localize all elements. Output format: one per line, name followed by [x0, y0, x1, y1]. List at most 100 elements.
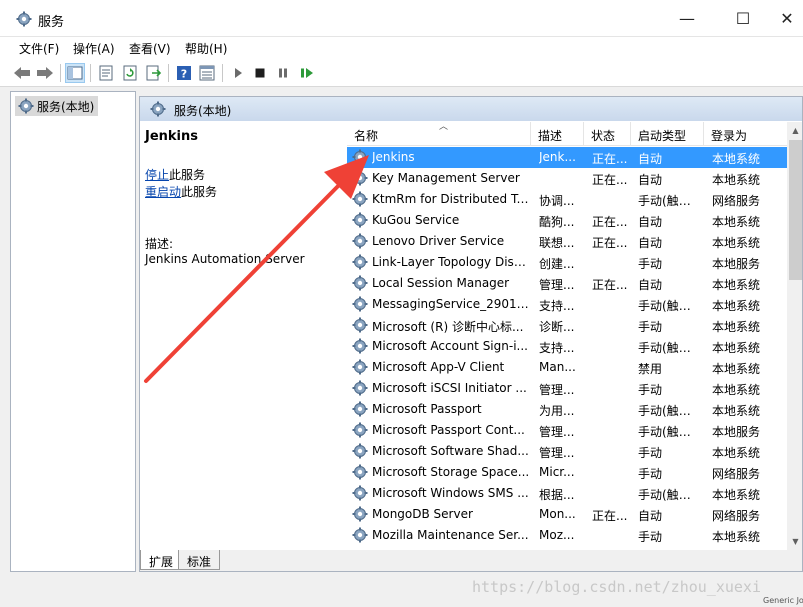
tree-item-services-local[interactable]: 服务(本地) — [15, 96, 99, 116]
service-log-on-as: 本地系统 — [712, 320, 761, 334]
restart-icon[interactable] — [297, 63, 317, 83]
view-icon[interactable] — [197, 63, 217, 83]
service-log-on-as: 本地系统 — [712, 299, 761, 313]
menu-view[interactable]: 查看(V) — [129, 40, 171, 57]
stop-service-link[interactable]: 停止 — [145, 168, 169, 182]
service-name: Microsoft Software Shad... — [372, 444, 529, 458]
table-row[interactable]: Microsoft Passport Cont... 管理... 手动(触发... 本… — [347, 420, 787, 441]
table-row[interactable]: KtmRm for Distributed Tr... 协调... 手动(触发...… — [347, 189, 787, 210]
table-row[interactable]: KuGou Service 酷狗... 正在... 自动 本地系统 — [347, 210, 787, 231]
table-row[interactable]: Microsoft App-V Client Man... 禁用 本地系统 — [347, 357, 787, 378]
table-row[interactable]: Microsoft Storage Space... Micr... 手动 网络服务 — [347, 462, 787, 483]
service-description: 支持... — [539, 299, 575, 313]
service-startup-type: 自动 — [638, 152, 663, 166]
table-row[interactable]: Microsoft Passport 为用... 手动(触发... 本地系统 — [347, 399, 787, 420]
service-log-on-as: 本地系统 — [712, 446, 761, 460]
service-startup-type: 手动(触发... — [638, 425, 702, 439]
forward-arrow-icon[interactable] — [35, 63, 55, 83]
tab-standard[interactable]: 标准 — [178, 550, 221, 570]
table-row[interactable]: Microsoft iSCSI Initiator ... 管理... 手动 本地系统 — [347, 378, 787, 399]
column-header-name[interactable]: ︿ 名称 — [347, 122, 531, 146]
restart-service-action: 重启动此服务 — [145, 183, 217, 200]
service-name: Microsoft Windows SMS ... — [372, 486, 529, 500]
table-row[interactable]: Key Management Server 正在... 自动 本地系统 — [347, 168, 787, 189]
help-icon[interactable]: ? — [174, 63, 194, 83]
window-title: 服务 — [38, 15, 65, 30]
column-header-log-on-as[interactable]: 登录为 — [704, 122, 787, 146]
watermark: https://blog.csdn.net/zhou_xuexi — [472, 578, 761, 596]
service-log-on-as: 本地服务 — [712, 257, 761, 271]
service-description: 联想... — [539, 236, 575, 250]
service-startup-type: 自动 — [638, 509, 663, 523]
table-row[interactable]: Microsoft Windows SMS ... 根据... 手动(触发... 本地… — [347, 483, 787, 504]
service-startup-type: 手动 — [638, 383, 663, 397]
service-startup-type: 手动 — [638, 467, 663, 481]
column-header-startup-type[interactable]: 启动类型 — [631, 122, 704, 146]
menu-file[interactable]: 文件(F) — [19, 40, 59, 57]
service-description: Micr... — [539, 465, 575, 479]
main-header-title: 服务(本地) — [174, 104, 232, 118]
service-log-on-as: 本地系统 — [712, 236, 761, 250]
table-row[interactable]: Link-Layer Topology Disc... 创建... 手动 本地服务 — [347, 252, 787, 273]
service-name: Lenovo Driver Service — [372, 234, 505, 248]
table-row[interactable]: Microsoft Account Sign-i... 支持... 手动(触发...… — [347, 336, 787, 357]
table-row[interactable]: MessagingService_29013... 支持... 手动(触发... 本地… — [347, 294, 787, 315]
menu-bar: 文件(F) 操作(A) 查看(V) 帮助(H) — [0, 37, 803, 59]
scroll-up-icon[interactable]: ▲ — [787, 122, 802, 139]
tab-extended[interactable]: 扩展 — [140, 550, 183, 570]
menu-help[interactable]: 帮助(H) — [185, 40, 227, 57]
column-header-description[interactable]: 描述 — [531, 122, 584, 146]
restart-service-link[interactable]: 重启动 — [145, 185, 181, 199]
scroll-down-icon[interactable]: ▼ — [787, 533, 802, 550]
play-icon[interactable] — [228, 63, 248, 83]
table-row[interactable]: Jenkins Jenk... 正在... 自动 本地系统 — [347, 147, 787, 168]
gear-icon — [352, 212, 368, 228]
gear-icon — [352, 149, 368, 165]
service-description: 协调... — [539, 194, 575, 208]
show-tree-icon[interactable] — [65, 63, 85, 83]
stop-icon[interactable] — [250, 63, 270, 83]
export-icon[interactable] — [144, 63, 164, 83]
gear-icon — [352, 338, 368, 354]
service-description: 支持... — [539, 341, 575, 355]
table-row[interactable]: Microsoft Software Shad... 管理... 手动 本地系统 — [347, 441, 787, 462]
properties-icon[interactable] — [96, 63, 116, 83]
table-row[interactable]: Microsoft (R) 诊断中心标... 诊断... 手动 本地系统 — [347, 315, 787, 336]
vertical-scrollbar[interactable]: ▲ ▼ — [787, 122, 802, 550]
back-arrow-icon[interactable] — [12, 63, 32, 83]
service-log-on-as: 本地系统 — [712, 488, 761, 502]
toolbar-separator — [168, 64, 169, 82]
toolbar-separator — [60, 64, 61, 82]
service-name: MongoDB Server — [372, 507, 473, 521]
scrollbar-thumb[interactable] — [789, 140, 802, 280]
table-row[interactable]: Mozilla Maintenance Ser... Moz... 手动 本地系统 — [347, 525, 787, 546]
service-status: 正在... — [592, 509, 628, 523]
service-name: Microsoft Account Sign-i... — [372, 339, 528, 353]
service-startup-type: 手动(触发... — [638, 194, 702, 208]
gear-icon — [352, 233, 368, 249]
close-button[interactable]: ✕ — [764, 0, 803, 37]
maximize-button[interactable]: ☐ — [720, 0, 766, 37]
service-description: 管理... — [539, 446, 575, 460]
column-header-status[interactable]: 状态 — [584, 122, 631, 146]
table-row[interactable]: Lenovo Driver Service 联想... 正在... 自动 本地系统 — [347, 231, 787, 252]
description-label: 描述: — [145, 237, 174, 251]
menu-action[interactable]: 操作(A) — [73, 40, 115, 57]
gear-icon — [352, 191, 368, 207]
service-name: Microsoft Storage Space... — [372, 465, 530, 479]
service-startup-type: 自动 — [638, 215, 663, 229]
pause-icon[interactable] — [273, 63, 293, 83]
service-log-on-as: 本地系统 — [712, 404, 761, 418]
service-startup-type: 手动(触发... — [638, 404, 702, 418]
table-row[interactable]: MongoDB Server Mon... 正在... 自动 网络服务 — [347, 504, 787, 525]
service-description: Jenk... — [539, 150, 576, 164]
service-log-on-as: 本地系统 — [712, 341, 761, 355]
service-name: Microsoft (R) 诊断中心标... — [372, 320, 524, 334]
service-log-on-as: 本地系统 — [712, 215, 761, 229]
minimize-button[interactable]: — — [664, 0, 710, 37]
tree-pane: 服务(本地) — [10, 91, 136, 572]
gear-icon — [352, 170, 368, 186]
table-row[interactable]: Local Session Manager 管理... 正在... 自动 本地系统 — [347, 273, 787, 294]
refresh-icon[interactable] — [120, 63, 140, 83]
service-startup-type: 手动 — [638, 320, 663, 334]
